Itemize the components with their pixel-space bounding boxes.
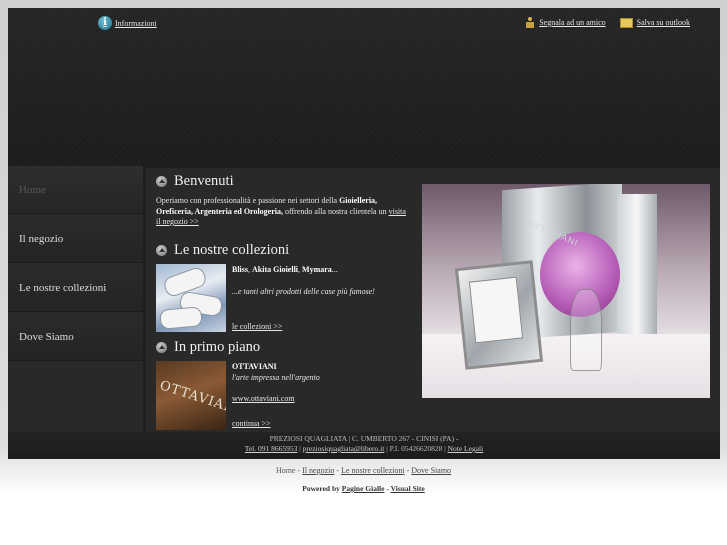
collections-tagline: ...e tanti altri prodotti delle case più… [232, 287, 375, 296]
bullet-up-icon [156, 245, 167, 256]
save-outlook-label[interactable]: Salva su outlook [637, 18, 690, 27]
header: i Informazioni Segnala ad un amico Salva… [8, 8, 720, 166]
featured-heading: In primo piano [156, 339, 260, 356]
suggest-friend-label[interactable]: Segnala ad un amico [539, 18, 605, 27]
collections-title: Le nostre collezioni [174, 242, 290, 258]
top-right-links: Segnala ad un amico Salva su outlook [525, 17, 690, 28]
nav-item-collezioni[interactable]: Le nostre collezioni [8, 264, 143, 312]
footer-vat: | P.I. 05426620828 | [384, 444, 448, 453]
brand-mymara: Mymara [302, 265, 332, 274]
bottom-nav-negozio[interactable]: Il negozio [302, 466, 334, 475]
welcome-text: Operiamo con professionalità e passione … [156, 196, 412, 228]
bullet-up-icon [156, 176, 167, 187]
footer-address: PREZIOSI QUAGLIATA | C. UMBERTO 267 - CI… [269, 434, 459, 443]
nav-item-dove-siamo[interactable]: Dove Siamo [8, 313, 143, 361]
visual-site-link[interactable]: Visual Site [391, 484, 425, 493]
collections-thumbnail[interactable] [156, 264, 226, 332]
top-bar: i Informazioni Segnala ad un amico Salva… [8, 8, 720, 39]
info-link[interactable]: i Informazioni [98, 16, 157, 30]
featured-brand-name: OTTAVIANI [232, 362, 277, 371]
save-outlook-link[interactable]: Salva su outlook [619, 17, 690, 28]
store-photo: OTTAVIANI [422, 184, 710, 398]
footer-legal-link[interactable]: Note Legali [448, 444, 484, 453]
footer-email-link[interactable]: preziosiquagliata@libero.it [303, 444, 385, 453]
collections-heading: Le nostre collezioni [156, 242, 289, 259]
bottom-nav-dove[interactable]: Dove Siamo [411, 466, 451, 475]
featured-thumbnail[interactable]: OTTAVIANI [156, 361, 226, 430]
powered-prefix: Powered by [302, 484, 342, 493]
nav-item-label[interactable]: Dove Siamo [19, 331, 74, 343]
nav-item-label[interactable]: Il negozio [19, 233, 63, 245]
bullet-up-icon [156, 342, 167, 353]
nav-item-label[interactable]: Home [19, 184, 46, 196]
collections-brands: Bliss, Akita Gioielli, Mymara... [232, 265, 412, 276]
featured-brand: OTTAVIANI [232, 362, 277, 373]
brand-bliss: Bliss [232, 265, 249, 274]
featured-url-link[interactable]: www.ottaviani.com [232, 394, 295, 405]
welcome-heading: Benvenuti [156, 173, 234, 190]
bottom-nav-home[interactable]: Home [276, 466, 296, 475]
nav-item-label[interactable]: Le nostre collezioni [19, 282, 106, 294]
contact-card-icon [619, 17, 633, 28]
powered-by: Powered by Pagine Gialle - Visual Site [0, 484, 727, 493]
featured-title: In primo piano [174, 339, 261, 355]
welcome-title: Benvenuti [174, 173, 234, 189]
main-content: Benvenuti Operiamo con professionalità e… [146, 168, 720, 432]
welcome-text-1: Operiamo con professionalità e passione … [156, 196, 340, 205]
sidebar-nav: Home Il negozio Le nostre collezioni Dov… [8, 166, 143, 432]
footer-phone-link[interactable]: Tel. 091 8665953 [245, 444, 298, 453]
brand-akita: Akita Gioielli [252, 265, 299, 274]
user-icon [525, 17, 535, 28]
collections-link[interactable]: le collezioni >> [232, 322, 282, 333]
featured-subtitle: l'arte impressa nell'argento [232, 373, 320, 382]
pagine-gialle-link[interactable]: Pagine Gialle [342, 484, 385, 493]
thumb-brand-text: OTTAVIANI [157, 378, 226, 419]
bottom-nav: Home - Il negozio - Le nostre collezioni… [0, 466, 727, 475]
nav-item-home[interactable]: Home [8, 166, 143, 214]
welcome-text-2: offrendo alla nostra clientela un [283, 206, 389, 216]
nav-item-negozio[interactable]: Il negozio [8, 215, 143, 263]
site-container: i Informazioni Segnala ad un amico Salva… [8, 8, 720, 459]
suggest-friend-link[interactable]: Segnala ad un amico [525, 17, 606, 28]
featured-continue-link[interactable]: continua >> [232, 419, 271, 430]
bottom-nav-collezioni[interactable]: Le nostre collezioni [341, 466, 405, 475]
brand-ellipsis: ... [331, 265, 338, 274]
info-icon: i [98, 16, 112, 30]
footer-contacts: Tel. 091 8665953 | preziosiquagliata@lib… [8, 444, 720, 454]
footer-bar: PREZIOSI QUAGLIATA | C. UMBERTO 267 - CI… [8, 432, 720, 459]
info-label[interactable]: Informazioni [115, 19, 157, 28]
